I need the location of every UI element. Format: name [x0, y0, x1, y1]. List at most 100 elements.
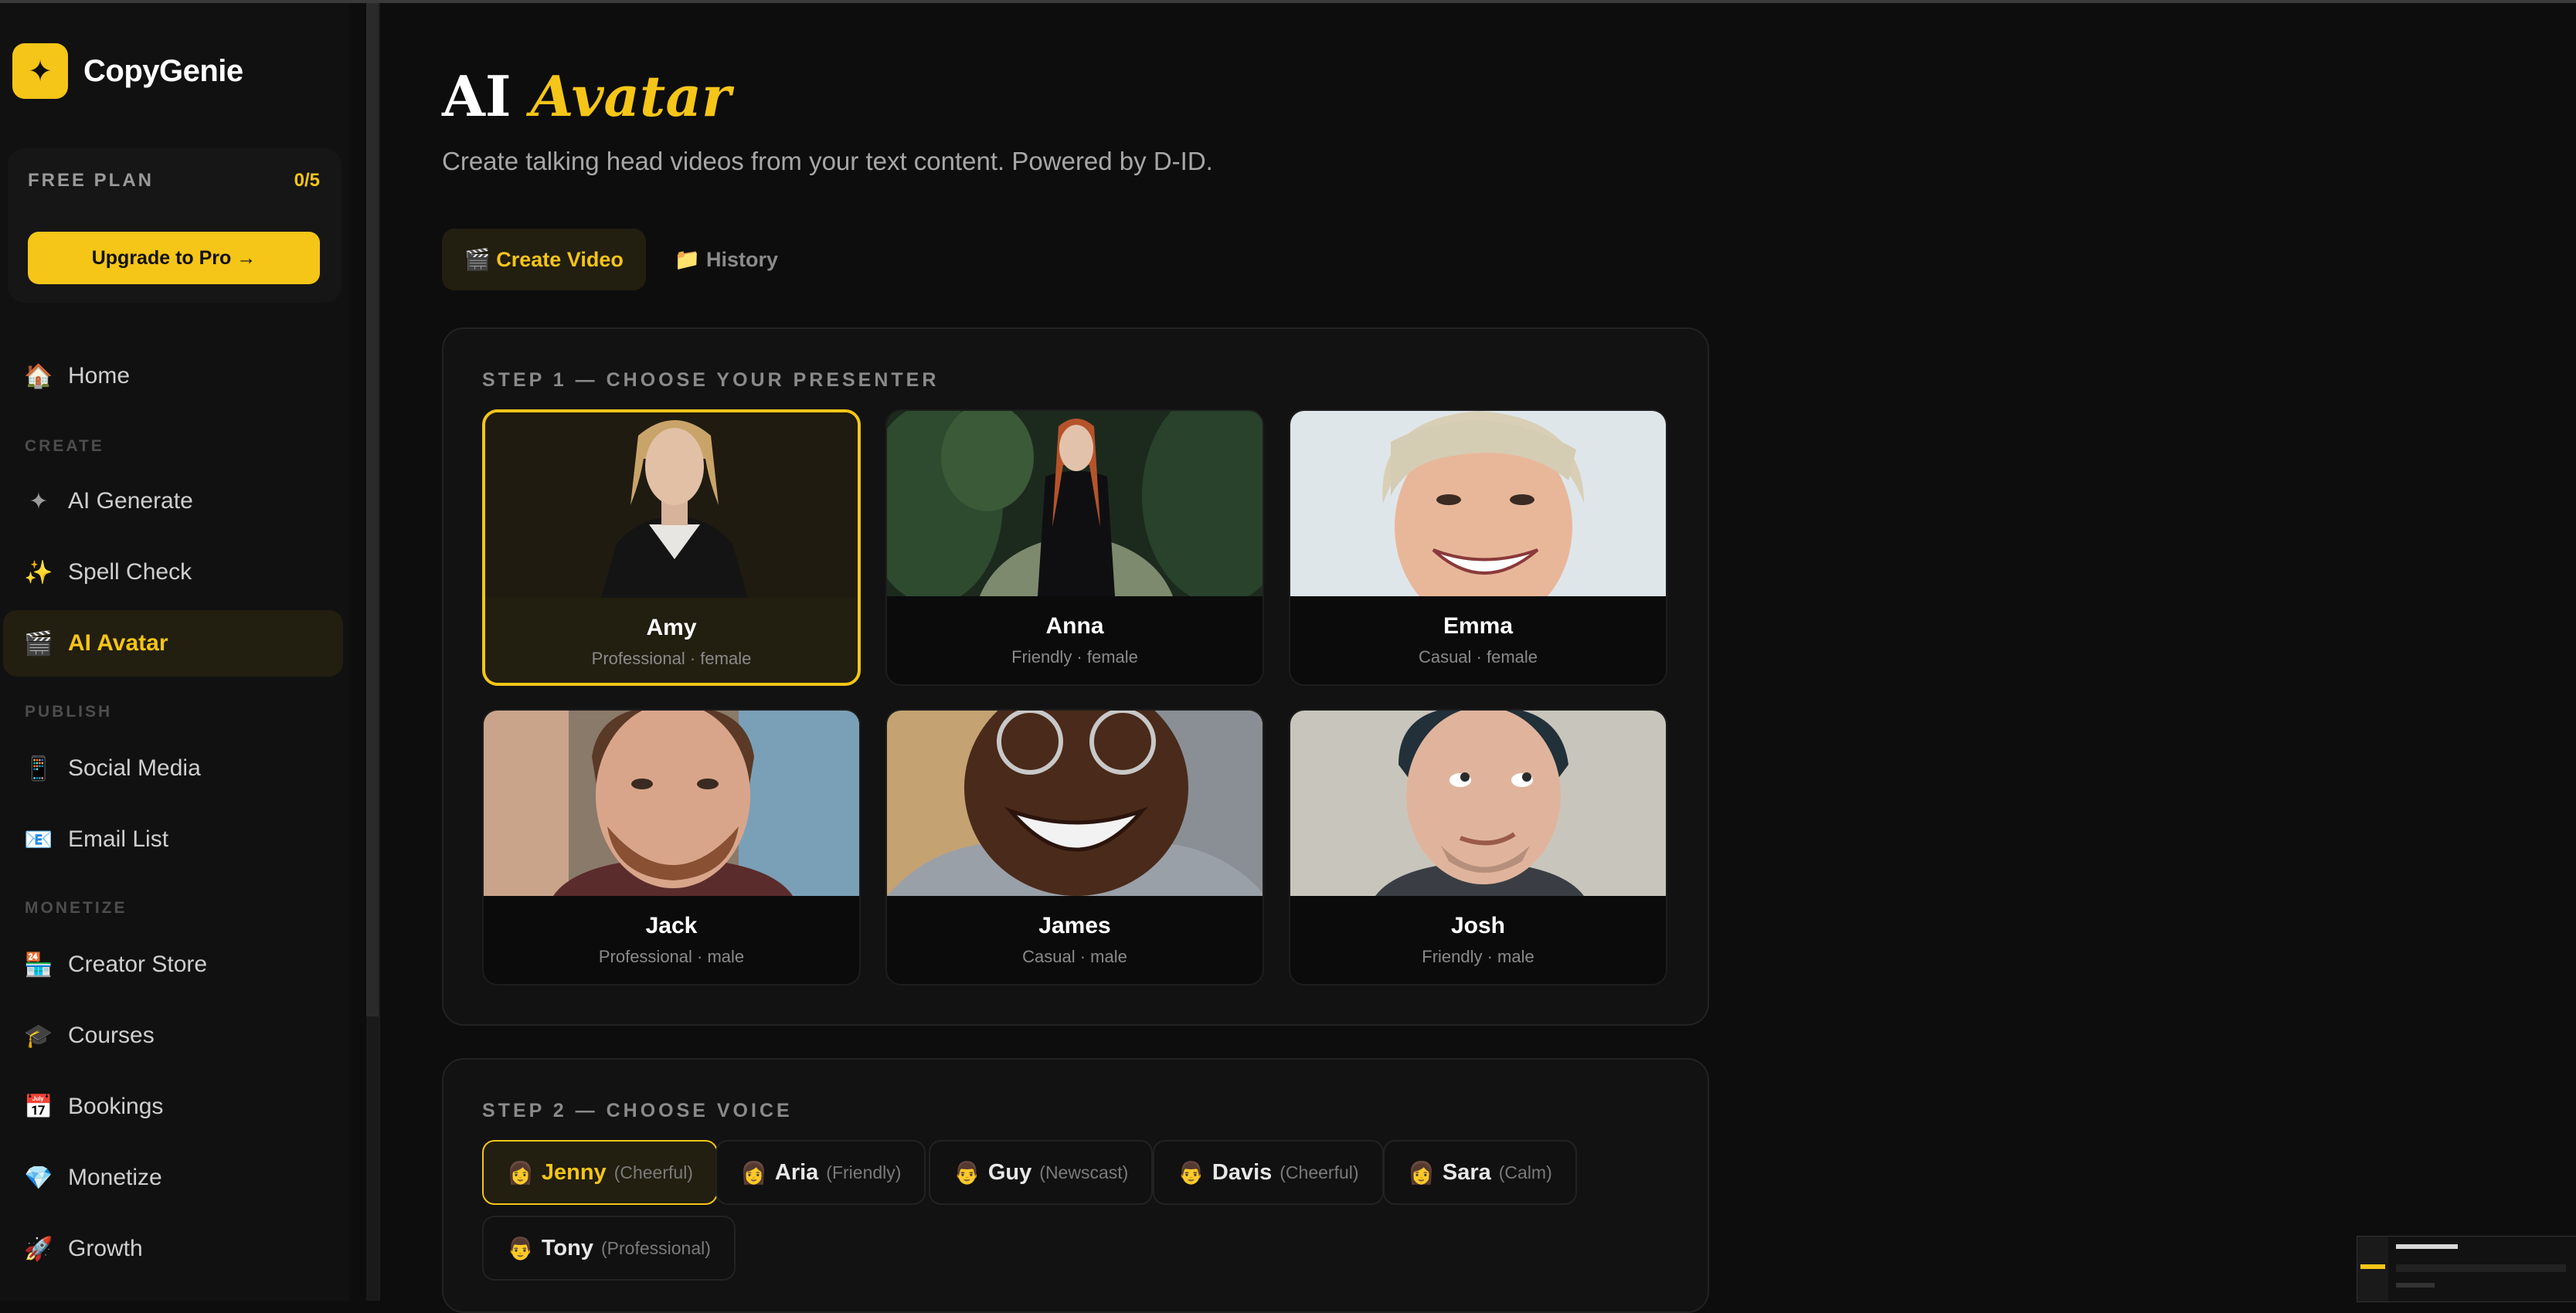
presenter-name: Amy: [646, 615, 697, 640]
upgrade-to-pro-button[interactable]: Upgrade to Pro →: [28, 232, 320, 284]
sidebar-item-label: Courses: [68, 1023, 155, 1048]
voice-option-davis[interactable]: 👨 Davis (Cheerful): [1153, 1140, 1384, 1205]
presenter-card-josh[interactable]: Josh Friendly · male: [1289, 709, 1667, 986]
voice-tone: (Newscast): [1039, 1162, 1129, 1182]
voice-name: Aria: [774, 1159, 819, 1185]
presenter-meta: Casual · male: [1022, 947, 1127, 966]
tab-create-video[interactable]: 🎬 Create Video: [442, 229, 646, 290]
plan-label: FREE PLAN: [28, 170, 155, 191]
presenter-name: Jack: [645, 913, 698, 938]
screen-preview-thumbnail[interactable]: [2357, 1236, 2576, 1302]
presenter-name: Anna: [1045, 613, 1104, 639]
sidebar-item-bookings[interactable]: 📅 Bookings: [3, 1074, 343, 1140]
man-icon: 👨: [953, 1160, 980, 1185]
sidebar-item-label: Growth: [68, 1236, 143, 1261]
voice-option-tony[interactable]: 👨 Tony (Professional): [482, 1216, 736, 1281]
voice-tone: (Cheerful): [613, 1162, 693, 1182]
voice-name: Davis: [1212, 1159, 1273, 1185]
sparkle-logo-icon: ✦: [12, 43, 68, 99]
presenter-meta: Professional · male: [598, 947, 745, 966]
sidebar-scrollbar-thumb[interactable]: [366, 3, 379, 1016]
sidebar-item-ai-avatar[interactable]: 🎬 AI Avatar: [3, 610, 343, 677]
step2-voice-panel: STEP 2 — CHOOSE VOICE 👩 Jenny (Cheerful)…: [442, 1058, 1709, 1313]
presenter-card-amy[interactable]: Amy Professional · female: [482, 409, 861, 686]
voice-tone: (Friendly): [826, 1162, 902, 1182]
page-title: AI Avatar: [442, 63, 731, 129]
page-title-plain: AI: [442, 63, 511, 129]
house-icon: 🏠: [24, 363, 53, 389]
voice-option-sara[interactable]: 👩 Sara (Calm): [1383, 1140, 1577, 1205]
sidebar: ✦ CopyGenie FREE PLAN 0/5 Upgrade to Pro…: [0, 3, 349, 1301]
presenter-card-anna[interactable]: Anna Friendly · female: [885, 409, 1264, 686]
graduation-cap-icon: 🎓: [24, 1023, 53, 1049]
presenter-meta: Friendly · female: [1011, 647, 1138, 667]
step1-presenter-panel: STEP 1 — CHOOSE YOUR PRESENTER Amy Profe…: [442, 327, 1709, 1026]
sidebar-item-home[interactable]: 🏠 Home: [3, 343, 343, 409]
sidebar-item-email-list[interactable]: 📧 Email List: [3, 806, 343, 873]
voice-tone: (Professional): [601, 1237, 711, 1258]
sidebar-item-label: Creator Store: [68, 952, 208, 977]
woman-icon: 👩: [1408, 1160, 1435, 1185]
email-icon: 📧: [24, 826, 53, 853]
presenter-card-emma[interactable]: Emma Casual · female: [1289, 409, 1667, 686]
voice-option-jenny[interactable]: 👩 Jenny (Cheerful): [482, 1140, 718, 1205]
sidebar-item-social-media[interactable]: 📱 Social Media: [3, 735, 343, 802]
presenter-card-jack[interactable]: Jack Professional · male: [482, 709, 861, 986]
sidebar-item-label: Social Media: [68, 755, 201, 781]
voice-tone: (Calm): [1498, 1162, 1552, 1182]
voice-option-guy[interactable]: 👨 Guy (Newscast): [929, 1140, 1154, 1205]
sidebar-item-label: AI Avatar: [68, 630, 168, 656]
sidebar-item-creator-store[interactable]: 🏪 Creator Store: [3, 931, 343, 998]
presenter-photo-jack: [484, 711, 859, 896]
voice-name: Guy: [987, 1159, 1032, 1185]
sidebar-item-label: Spell Check: [68, 559, 192, 585]
presenter-photo-emma: [1290, 411, 1666, 596]
presenter-meta: Friendly · male: [1422, 947, 1534, 966]
sidebar-divider: [379, 3, 380, 1301]
clapperboard-icon: 🎬: [24, 630, 53, 656]
step2-label: STEP 2 — CHOOSE VOICE: [482, 1100, 793, 1121]
nav-section-publish: PUBLISH: [25, 703, 113, 721]
voice-name: Jenny: [541, 1159, 607, 1185]
sidebar-item-courses[interactable]: 🎓 Courses: [3, 1003, 343, 1069]
step1-label: STEP 1 — CHOOSE YOUR PRESENTER: [482, 369, 940, 391]
calendar-icon: 📅: [24, 1094, 53, 1120]
page-title-accent: Avatar: [530, 63, 731, 129]
man-icon: 👨: [507, 1236, 534, 1260]
plan-card: FREE PLAN 0/5 Upgrade to Pro →: [8, 148, 342, 303]
presenter-name: Josh: [1450, 913, 1506, 938]
presenter-photo-amy: [485, 412, 858, 598]
voice-tone: (Cheerful): [1280, 1162, 1359, 1182]
tab-history[interactable]: 📁 History: [664, 229, 788, 290]
presenter-name: Emma: [1443, 613, 1514, 639]
woman-icon: 👩: [740, 1160, 767, 1185]
window-top-border: [0, 0, 2576, 3]
rocket-icon: 🚀: [24, 1236, 53, 1262]
woman-icon: 👩: [507, 1160, 534, 1185]
presenter-photo-james: [887, 711, 1263, 896]
nav-section-create: CREATE: [25, 437, 104, 455]
brand[interactable]: ✦ CopyGenie: [12, 43, 243, 99]
sidebar-item-label: Bookings: [68, 1094, 164, 1119]
presenter-meta: Professional · female: [591, 649, 752, 668]
store-icon: 🏪: [24, 952, 53, 978]
gem-icon: 💎: [24, 1165, 53, 1191]
presenter-name: James: [1038, 913, 1111, 938]
presenter-meta: Casual · female: [1418, 647, 1538, 667]
nav-section-monetize: MONETIZE: [25, 899, 127, 917]
sidebar-item-label: Email List: [68, 826, 169, 852]
sidebar-item-label: Home: [68, 363, 131, 388]
presenter-photo-josh: [1290, 711, 1666, 896]
presenter-card-james[interactable]: James Casual · male: [885, 709, 1264, 986]
sidebar-item-growth[interactable]: 🚀 Growth: [3, 1216, 343, 1282]
sparkle-icon: ✦: [29, 488, 49, 514]
sidebar-item-spell-check[interactable]: ✨ Spell Check: [3, 539, 343, 606]
voice-name: Sara: [1442, 1159, 1491, 1185]
voice-option-aria[interactable]: 👩 Aria (Friendly): [715, 1140, 926, 1205]
sidebar-item-monetize[interactable]: 💎 Monetize: [3, 1145, 343, 1211]
sidebar-item-ai-generate[interactable]: ✦ AI Generate: [3, 468, 343, 534]
sidebar-item-label: Monetize: [68, 1165, 162, 1190]
sidebar-item-label: AI Generate: [68, 488, 193, 514]
phone-icon: 📱: [24, 755, 53, 782]
presenter-photo-anna: [887, 411, 1263, 596]
